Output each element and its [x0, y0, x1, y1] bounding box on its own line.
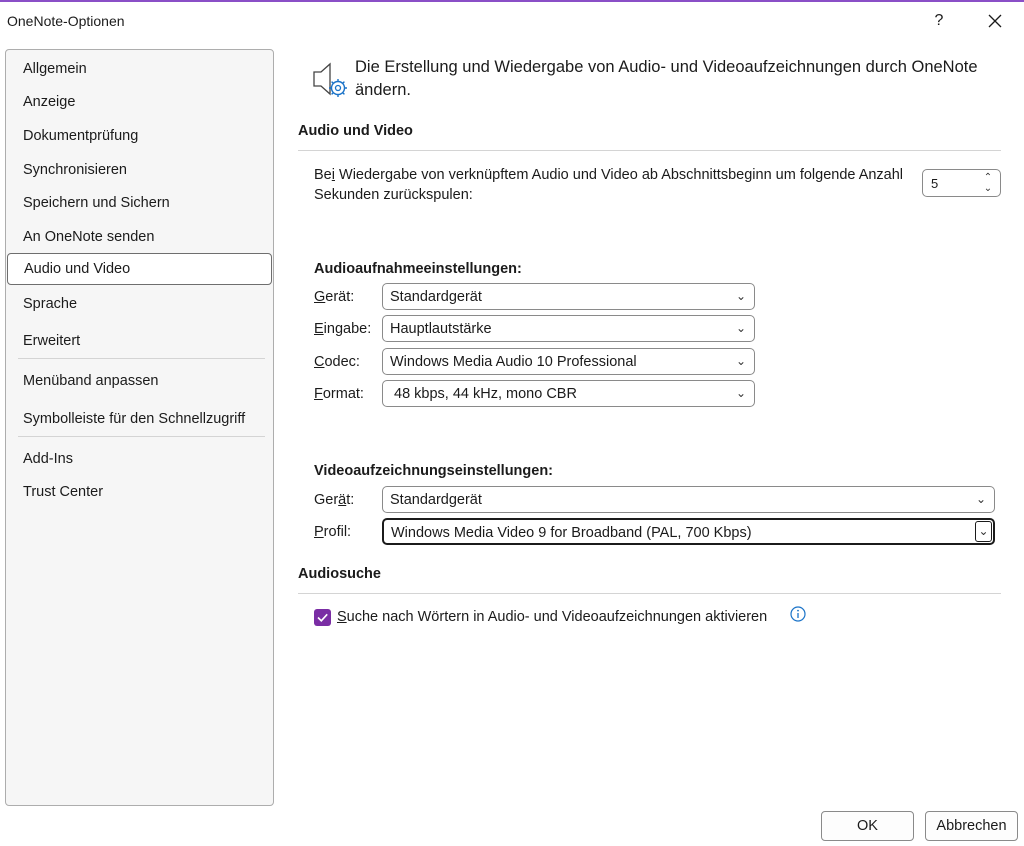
speaker-gear-icon [313, 62, 347, 97]
chevron-down-icon[interactable]: ⌄ [974, 490, 988, 508]
video-profile-value: Windows Media Video 9 for Broadband (PAL… [391, 525, 752, 541]
sidebar-item-sprache[interactable]: Sprache [7, 288, 272, 320]
audio-input-value: Hauptlautstärke [390, 321, 492, 337]
sidebar-item-menueband[interactable]: Menüband anpassen [7, 365, 272, 397]
audio-format-select[interactable]: 48 kbps, 44 kHz, mono CBR ⌄ [382, 380, 755, 407]
rewind-seconds-stepper[interactable]: 5 ⌃ ⌄ [922, 169, 1001, 197]
options-dialog: OneNote-Optionen ? Allgemein Anzeige Dok… [0, 0, 1024, 846]
audio-device-value: Standardgerät [390, 289, 482, 305]
chevron-down-icon[interactable]: ⌄ [734, 319, 748, 337]
audio-search-checkbox[interactable] [314, 609, 331, 626]
sidebar-item-erweitert[interactable]: Erweitert [7, 325, 272, 357]
video-device-value: Standardgerät [390, 492, 482, 508]
video-profile-select[interactable]: Windows Media Video 9 for Broadband (PAL… [382, 518, 995, 545]
audio-format-label: Format: [314, 386, 364, 402]
audio-device-label: Gerät: [314, 289, 355, 305]
section-title-audio-video: Audio und Video [298, 123, 413, 139]
chevron-down-icon[interactable]: ⌄ [734, 384, 748, 402]
chevron-down-icon[interactable]: ⌄ [982, 183, 994, 195]
audio-codec-label: Codec: [314, 354, 360, 370]
sidebar-divider [18, 358, 265, 359]
sidebar-item-allgemein[interactable]: Allgemein [7, 53, 272, 85]
close-button[interactable] [977, 6, 1013, 36]
video-profile-label: Profil: [314, 524, 352, 540]
close-icon [988, 14, 1002, 28]
sidebar-item-an-onenote-senden[interactable]: An OneNote senden [7, 221, 272, 253]
section-divider [298, 150, 1001, 151]
section-title-audiosuche: Audiosuche [298, 566, 381, 582]
sidebar-divider [18, 436, 265, 437]
section-divider [298, 593, 1001, 594]
sidebar-item-synchronisieren[interactable]: Synchronisieren [7, 154, 272, 186]
info-icon[interactable] [790, 606, 806, 622]
audio-input-label: Eingabe: [314, 321, 372, 337]
audio-input-select[interactable]: Hauptlautstärke ⌄ [382, 315, 755, 342]
video-settings-title: Videoaufzeichnungseinstellungen: [314, 463, 554, 479]
chevron-down-icon[interactable]: ⌄ [975, 521, 992, 542]
sidebar-item-dokumentpruefung[interactable]: Dokumentprüfung [7, 120, 272, 152]
page-description: Die Erstellung und Wiedergabe von Audio-… [355, 58, 978, 99]
sidebar-item-audio-video[interactable]: Audio und Video [7, 253, 272, 285]
audio-codec-select[interactable]: Windows Media Audio 10 Professional ⌄ [382, 348, 755, 375]
sidebar-item-add-ins[interactable]: Add-Ins [7, 443, 272, 475]
category-sidebar: Allgemein Anzeige Dokumentprüfung Synchr… [5, 49, 274, 806]
video-device-select[interactable]: Standardgerät ⌄ [382, 486, 995, 513]
audio-device-select[interactable]: Standardgerät ⌄ [382, 283, 755, 310]
window-title: OneNote-Optionen [7, 13, 125, 29]
sidebar-item-anzeige[interactable]: Anzeige [7, 86, 272, 118]
audio-settings-title: Audioaufnahmeeinstellungen: [314, 261, 522, 277]
title-bar: OneNote-Optionen ? [0, 2, 1024, 40]
audio-codec-value: Windows Media Audio 10 Professional [390, 354, 637, 370]
chevron-down-icon[interactable]: ⌄ [734, 352, 748, 370]
cancel-button[interactable]: Abbrechen [925, 811, 1018, 841]
audio-search-label[interactable]: Suche nach Wörtern in Audio- und Videoau… [337, 609, 767, 625]
video-device-label: Gerät: [314, 492, 355, 508]
chevron-down-icon[interactable]: ⌄ [734, 287, 748, 305]
rewind-seconds-value[interactable]: 5 [931, 176, 938, 191]
ok-button[interactable]: OK [821, 811, 914, 841]
help-button[interactable]: ? [922, 6, 956, 36]
rewind-description: Bei Wiedergabe von verknüpftem Audio und… [314, 167, 904, 203]
audio-format-value: 48 kbps, 44 kHz, mono CBR [394, 386, 577, 402]
sidebar-item-speichern[interactable]: Speichern und Sichern [7, 187, 272, 219]
sidebar-item-schnellzugriff[interactable]: Symbolleiste für den Schnellzugriff [7, 403, 272, 435]
sidebar-item-trust-center[interactable]: Trust Center [7, 476, 272, 508]
checkmark-icon [317, 613, 328, 622]
